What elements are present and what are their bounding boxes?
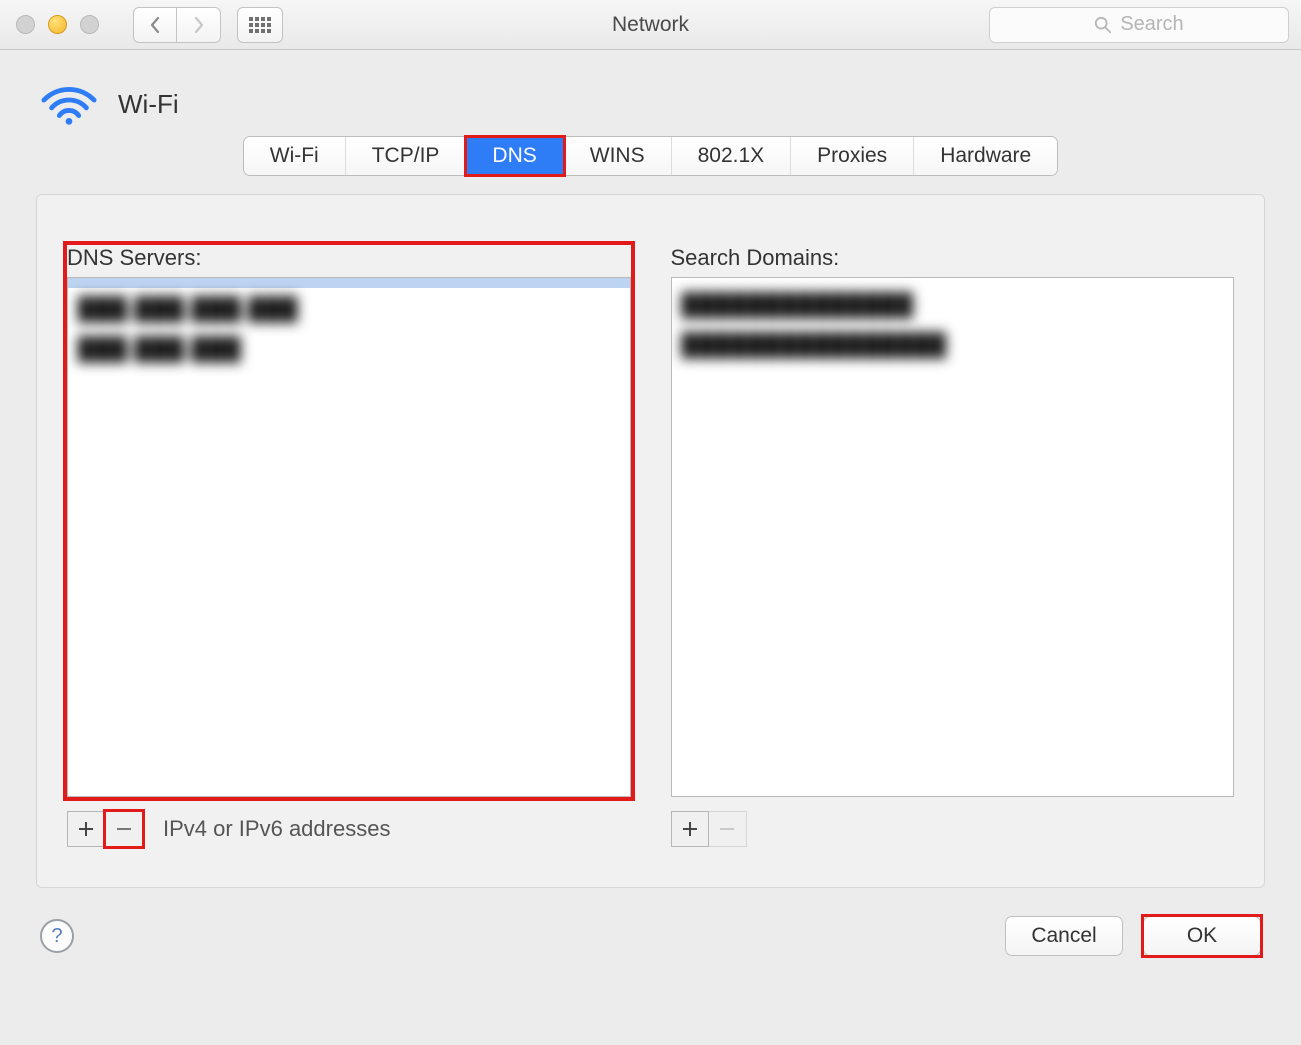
- tab-proxies[interactable]: Proxies: [791, 137, 914, 175]
- back-button[interactable]: [133, 7, 177, 43]
- search-domains-label: Search Domains:: [671, 245, 1235, 271]
- titlebar: Network Search: [0, 0, 1301, 50]
- zoom-window-button[interactable]: [80, 15, 99, 34]
- cancel-button[interactable]: Cancel: [1005, 916, 1123, 956]
- wifi-icon: [40, 82, 98, 126]
- tab-strip: Wi-Fi TCP/IP DNS WINS 802.1X Proxies Har…: [243, 136, 1058, 176]
- minimize-window-button[interactable]: [48, 15, 67, 34]
- interface-name: Wi-Fi: [118, 89, 179, 120]
- ok-button[interactable]: OK: [1143, 916, 1261, 956]
- help-icon: ?: [51, 925, 62, 948]
- remove-dns-server-button[interactable]: [105, 811, 143, 847]
- dns-servers-hint: IPv4 or IPv6 addresses: [163, 816, 390, 842]
- dns-servers-column: DNS Servers: ███.███.███.███ ███.███.███: [67, 245, 631, 847]
- dns-servers-list[interactable]: ███.███.███.███ ███.███.███: [67, 277, 631, 797]
- dns-servers-label: DNS Servers:: [67, 245, 631, 271]
- traffic-lights: [16, 15, 99, 34]
- dns-list-selection-band: [68, 278, 630, 288]
- dialog-footer: ? Cancel OK: [0, 888, 1301, 986]
- tabs-container: Wi-Fi TCP/IP DNS WINS 802.1X Proxies Har…: [0, 136, 1301, 176]
- forward-button[interactable]: [177, 7, 221, 43]
- tab-tcpip[interactable]: TCP/IP: [346, 137, 467, 175]
- search-domains-list[interactable]: ██████████████ ████████████████: [671, 277, 1235, 797]
- add-search-domain-button[interactable]: [671, 811, 709, 847]
- grid-icon: [249, 17, 271, 33]
- interface-header: Wi-Fi: [0, 50, 1301, 136]
- chevron-left-icon: [148, 16, 162, 34]
- remove-search-domain-button[interactable]: [709, 811, 747, 847]
- search-field[interactable]: Search: [989, 7, 1289, 43]
- close-window-button[interactable]: [16, 15, 35, 34]
- tab-dns[interactable]: DNS: [466, 137, 563, 175]
- tab-8021x[interactable]: 802.1X: [672, 137, 792, 175]
- dns-server-entry[interactable]: ███.███.███: [78, 336, 242, 362]
- show-all-button[interactable]: [237, 7, 283, 43]
- tab-hardware[interactable]: Hardware: [914, 137, 1057, 175]
- help-button[interactable]: ?: [40, 919, 74, 953]
- dns-server-entry[interactable]: ███.███.███.███: [78, 296, 298, 322]
- search-domains-column: Search Domains: ██████████████ █████████…: [671, 245, 1235, 847]
- minus-icon: [115, 820, 133, 838]
- search-domain-entry[interactable]: ██████████████: [682, 292, 914, 318]
- add-dns-server-button[interactable]: [67, 811, 105, 847]
- tab-wins[interactable]: WINS: [564, 137, 672, 175]
- search-icon: [1094, 16, 1112, 34]
- search-domains-controls: [671, 811, 1235, 847]
- chevron-right-icon: [192, 16, 206, 34]
- dns-servers-controls: IPv4 or IPv6 addresses: [67, 811, 631, 847]
- search-placeholder: Search: [1120, 13, 1183, 36]
- nav-buttons: [133, 7, 221, 43]
- search-domain-entry[interactable]: ████████████████: [682, 332, 947, 358]
- plus-icon: [77, 820, 95, 838]
- tab-wifi[interactable]: Wi-Fi: [244, 137, 346, 175]
- minus-icon: [718, 820, 736, 838]
- dns-panel: DNS Servers: ███.███.███.███ ███.███.███: [36, 194, 1265, 888]
- plus-icon: [681, 820, 699, 838]
